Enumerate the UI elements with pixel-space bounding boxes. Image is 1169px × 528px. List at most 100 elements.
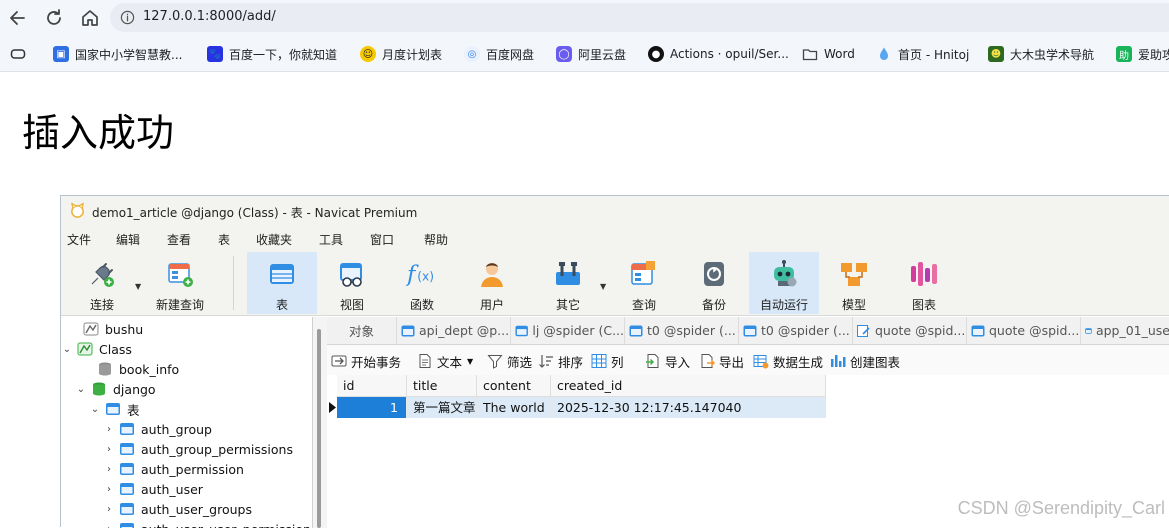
tab-table[interactable]: app_01_use (1081, 317, 1169, 344)
column-header-title[interactable]: title (407, 375, 477, 397)
tab-table[interactable]: t0 @spider (... (739, 317, 853, 344)
reload-button[interactable] (42, 6, 66, 30)
chevron-down-icon[interactable]: ⌄ (75, 384, 87, 395)
bookmark-item[interactable]: 🐾 百度一下，你就知道 (207, 45, 337, 63)
menu-table[interactable]: 表 (218, 231, 230, 248)
create-chart-button[interactable]: 创建图表 (830, 352, 900, 370)
table-cell[interactable]: 第一篇文章 (407, 397, 477, 418)
back-button[interactable] (6, 6, 30, 30)
connect-button[interactable]: 连接 (69, 252, 135, 314)
others-button[interactable]: 其它 (533, 252, 603, 314)
bookmark-item[interactable]: ◯ 阿里云盘 (556, 45, 626, 63)
helper-icon: 助 (1116, 46, 1132, 62)
table-button[interactable]: 表 (247, 252, 317, 314)
bookmark-item[interactable]: Word (802, 45, 855, 63)
menu-favorites[interactable]: 收藏夹 (256, 231, 292, 248)
tree-item-table[interactable]: › auth_group (103, 419, 212, 439)
new-query-button[interactable]: 新建查询 (145, 252, 215, 314)
home-button[interactable] (78, 6, 102, 30)
menu-edit[interactable]: 编辑 (116, 231, 140, 248)
data-generate-button[interactable]: 数据生成 (753, 352, 823, 370)
column-header-id[interactable]: id (337, 375, 407, 397)
bookmark-item[interactable]: ☻ 大木虫学术导航 (988, 45, 1094, 63)
table-cell[interactable]: 2025-12-30 12:17:45.147040 (551, 397, 826, 418)
bookmark-item[interactable]: 首页 - Hnitoj (876, 45, 969, 63)
chevron-down-icon[interactable]: ⌄ (61, 344, 73, 355)
menu-tools[interactable]: 工具 (319, 231, 343, 248)
bookmark-item[interactable]: ▣ 国家中小学智慧教... (53, 45, 182, 63)
columns-button[interactable]: 列 (591, 352, 624, 370)
bookmark-apps[interactable] (10, 45, 26, 63)
tab-table[interactable]: lj @spider (C... (511, 317, 625, 344)
backup-icon (698, 258, 730, 290)
query-button[interactable]: 查询 (609, 252, 679, 314)
column-header-created-id[interactable]: created_id (551, 375, 826, 397)
import-button[interactable]: 导入 (645, 352, 690, 370)
tab-table[interactable]: quote @spid... (967, 317, 1081, 344)
view-button[interactable]: 视图 (317, 252, 387, 314)
tree-item-table[interactable]: › auth_user_groups (103, 499, 252, 519)
tab-label: app_01_use (1096, 323, 1169, 338)
chevron-right-icon[interactable]: › (103, 444, 115, 455)
bookmark-item[interactable]: ☺ 月度计划表 (360, 45, 442, 63)
chart-button[interactable]: 图表 (889, 252, 959, 314)
chevron-right-icon[interactable]: › (103, 484, 115, 495)
object-toolbar-label: 文本 (437, 352, 462, 371)
bookmark-item[interactable]: ◎ 百度网盘 (464, 45, 534, 63)
baidu-paw-icon: 🐾 (207, 46, 223, 62)
menu-window[interactable]: 窗口 (370, 231, 394, 248)
bookmark-item[interactable]: 助 爱助攻 (1116, 45, 1169, 63)
tab-objects[interactable]: 对象 (327, 317, 397, 344)
chevron-down-icon[interactable]: ▼ (135, 282, 141, 291)
user-button[interactable]: 用户 (457, 252, 527, 314)
bookmark-label: 百度网盘 (486, 46, 534, 63)
model-button[interactable]: 模型 (819, 252, 889, 314)
chevron-right-icon[interactable]: › (103, 424, 115, 435)
chevron-down-icon[interactable]: ▼ (600, 282, 606, 291)
begin-transaction-button[interactable]: 开始事务 (331, 352, 401, 370)
chevron-right-icon[interactable]: › (103, 524, 115, 528)
drop-icon (876, 46, 892, 62)
tools-icon (552, 258, 584, 290)
table-icon (266, 258, 298, 290)
tree-item-table[interactable]: › auth_user (103, 479, 203, 499)
chevron-right-icon[interactable]: › (103, 504, 115, 515)
column-header-content[interactable]: content (477, 375, 551, 397)
menu-view[interactable]: 查看 (167, 231, 191, 248)
function-button[interactable]: f(x) 函数 (387, 252, 457, 314)
table-cell[interactable]: The world (477, 397, 551, 418)
text-button[interactable]: 文本 ▼ (417, 352, 473, 370)
menu-file[interactable]: 文件 (67, 231, 91, 248)
tree-item-connection[interactable]: ⌄ Class (61, 339, 132, 359)
tree-item-table[interactable]: › auth_permission (103, 459, 244, 479)
tree-item-table[interactable]: › auth_group_permissions (103, 439, 293, 459)
filter-button[interactable]: 筛选 (487, 352, 532, 370)
menu-help[interactable]: 帮助 (424, 231, 448, 248)
tab-query[interactable]: quote @spid... (853, 317, 967, 344)
tree-item-label: auth_group_permissions (141, 442, 293, 457)
tree-item-folder[interactable]: ⌄ 表 (89, 399, 140, 419)
sort-button[interactable]: 排序 (538, 352, 583, 370)
chevron-down-icon[interactable]: ⌄ (89, 404, 101, 415)
smiley-icon: ☺ (360, 46, 376, 62)
scrollbar-thumb[interactable] (317, 329, 321, 528)
table-icon (119, 501, 135, 517)
table-cell[interactable]: 1 (337, 397, 407, 418)
tree-item-connection[interactable]: bushu (67, 319, 143, 339)
backup-button[interactable]: 备份 (679, 252, 749, 314)
object-toolbar-label: 排序 (558, 352, 583, 371)
address-bar[interactable]: 127.0.0.1:8000/add/ (110, 3, 1169, 32)
tree-item-database[interactable]: ⌄ django (75, 379, 156, 399)
info-icon[interactable] (120, 10, 135, 25)
tree-item-database[interactable]: book_info (81, 359, 179, 379)
automation-button[interactable]: 自动运行 (749, 252, 819, 314)
chevron-right-icon[interactable]: › (103, 464, 115, 475)
export-button[interactable]: 导出 (699, 352, 744, 370)
object-toolbar: 开始事务 文本 ▼ 筛选 排序 列 导入 导出 数据生成 (327, 345, 1169, 375)
bookmark-item[interactable]: ● Actions · opuil/Ser... (648, 45, 789, 63)
tab-table[interactable]: api_dept @p... (397, 317, 511, 344)
tree-scrollbar[interactable] (313, 317, 327, 528)
tab-label: t0 @spider (... (647, 323, 736, 338)
tab-table[interactable]: t0 @spider (... (625, 317, 739, 344)
chevron-down-icon[interactable]: ▼ (467, 357, 473, 366)
